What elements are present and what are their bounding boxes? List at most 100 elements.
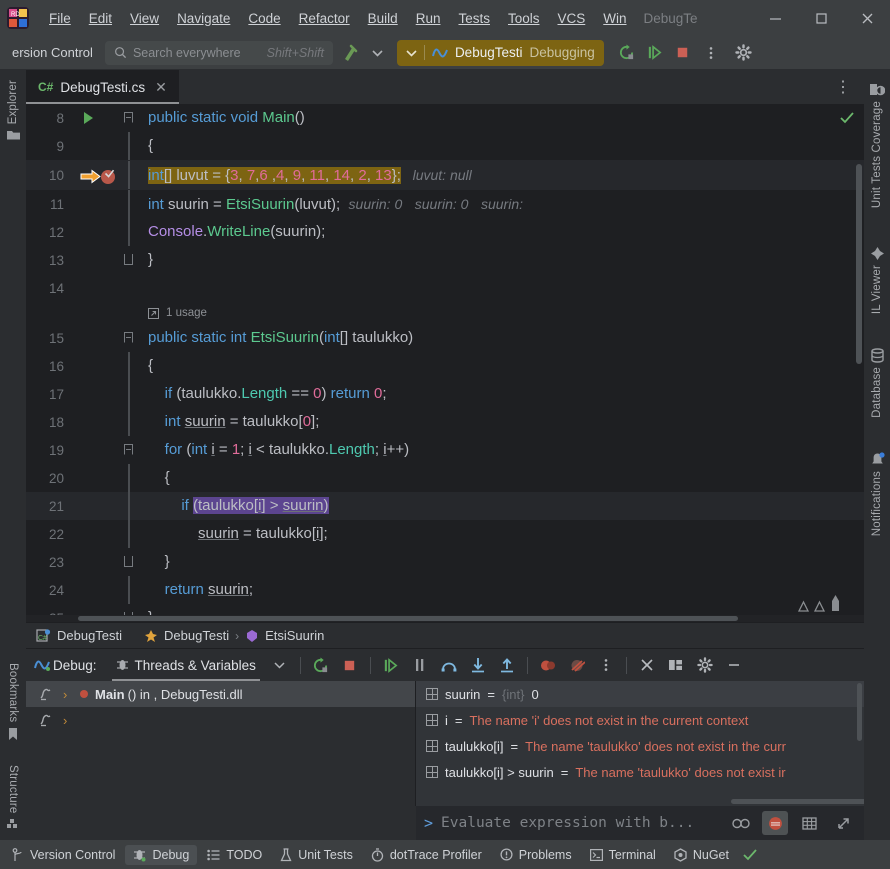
variable-row[interactable]: taulukko[i] = The name 'taulukko' does n…: [416, 733, 864, 759]
fold-region[interactable]: [124, 436, 146, 464]
run-icon[interactable]: [84, 112, 93, 124]
settings-gear-button[interactable]: [731, 40, 757, 66]
breadcrumb-item-project[interactable]: DebugTesti: [57, 628, 122, 643]
debug-step-over-button[interactable]: [436, 652, 462, 678]
status-item-todo[interactable]: TODO: [199, 845, 270, 865]
menu-view[interactable]: View: [121, 7, 168, 30]
gutter[interactable]: [72, 246, 124, 274]
fold-region[interactable]: [124, 548, 146, 576]
stop-button[interactable]: [670, 40, 696, 66]
fold-region[interactable]: [124, 246, 146, 274]
sidebar-item-structure[interactable]: Structure: [6, 761, 20, 834]
gutter[interactable]: [72, 380, 124, 408]
fold-end-icon[interactable]: [124, 556, 133, 567]
menu-vcs[interactable]: VCS: [549, 7, 595, 30]
grid-icon[interactable]: [796, 811, 822, 835]
sidebar-item-notifications[interactable]: Notifications: [870, 448, 885, 540]
debug-step-into-button[interactable]: [465, 652, 491, 678]
rerun-button[interactable]: [614, 40, 640, 66]
usage-count-label[interactable]: 1 usage: [166, 307, 207, 319]
menu-win[interactable]: Win: [594, 7, 635, 30]
frame-expand-chevron-icon[interactable]: ›: [63, 687, 73, 702]
frame-expand-chevron-icon[interactable]: ›: [63, 713, 73, 728]
sidebar-item-explorer[interactable]: Explorer: [6, 76, 21, 145]
mute-breakpoints-icon[interactable]: [762, 811, 788, 835]
fold-end-icon[interactable]: [124, 254, 133, 265]
window-minimize-button[interactable]: [752, 0, 798, 36]
expand-icon[interactable]: [830, 811, 856, 835]
status-item-unit-tests[interactable]: Unit Tests: [272, 845, 361, 865]
fold-region[interactable]: [124, 324, 146, 352]
status-item-checkmark[interactable]: [739, 846, 765, 864]
menu-build[interactable]: Build: [359, 7, 407, 30]
build-dropdown-chevron-icon[interactable]: [367, 41, 389, 65]
frame-row[interactable]: › Main () in , DebugTesti.dll: [26, 681, 415, 707]
debug-tabs-chevron-icon[interactable]: [267, 652, 293, 678]
fold-collapse-icon[interactable]: [124, 332, 133, 343]
variable-row[interactable]: taulukko[i] > suurin = The name 'taulukk…: [416, 759, 864, 785]
debug-settings-gear-button[interactable]: [692, 652, 718, 678]
editor-vertical-scrollbar[interactable]: [856, 164, 862, 364]
run-config-chevron-icon[interactable]: [406, 49, 417, 57]
gutter[interactable]: [72, 274, 124, 302]
menu-file[interactable]: File: [40, 7, 80, 30]
status-item-nuget[interactable]: NuGet: [666, 845, 737, 865]
gutter[interactable]: [72, 190, 124, 218]
breadcrumb-item-class[interactable]: DebugTesti: [164, 628, 229, 643]
debug-more-options-button[interactable]: [593, 652, 619, 678]
gutter[interactable]: [72, 548, 124, 576]
menu-tests[interactable]: Tests: [449, 7, 499, 30]
variables-horizontal-scrollbar[interactable]: [731, 799, 864, 804]
debug-pause-button[interactable]: [407, 652, 433, 678]
variables-pane[interactable]: suurin = {int} 0 i = The name 'i' does n…: [416, 681, 864, 806]
editor-more-menu-icon[interactable]: ⋮: [823, 70, 864, 104]
resume-program-button[interactable]: [642, 40, 668, 66]
debug-resume-button[interactable]: [378, 652, 404, 678]
sidebar-item-unit-tests-coverage[interactable]: Unit Tests Coverage: [869, 78, 885, 212]
gutter[interactable]: [72, 464, 124, 492]
close-debug-session-button[interactable]: [634, 652, 660, 678]
gutter-execution-point[interactable]: [72, 161, 124, 189]
debug-stop-button[interactable]: [337, 652, 363, 678]
fold-collapse-icon[interactable]: [124, 444, 133, 455]
debug-step-out-button[interactable]: [494, 652, 520, 678]
menu-code[interactable]: Code: [239, 7, 289, 30]
window-close-button[interactable]: [844, 0, 890, 36]
menu-tools[interactable]: Tools: [499, 7, 549, 30]
build-hammer-icon[interactable]: [339, 41, 361, 65]
evaluate-input-area[interactable]: > Evaluate expression with b...: [416, 806, 864, 840]
sidebar-item-il-viewer[interactable]: IL Viewer: [870, 242, 885, 318]
sidebar-item-database[interactable]: Database: [870, 344, 885, 422]
layout-settings-button[interactable]: [663, 652, 689, 678]
frame-row[interactable]: ›: [26, 707, 415, 733]
debug-rerun-button[interactable]: [308, 652, 334, 678]
gutter[interactable]: [72, 132, 124, 160]
view-breakpoints-button[interactable]: [535, 652, 561, 678]
gutter[interactable]: [72, 492, 124, 520]
mute-breakpoints-button[interactable]: [564, 652, 590, 678]
close-icon[interactable]: ✕: [155, 79, 167, 96]
menu-navigate[interactable]: Navigate: [168, 7, 239, 30]
gutter[interactable]: [72, 218, 124, 246]
status-item-problems[interactable]: Problems: [492, 845, 580, 865]
window-maximize-button[interactable]: [798, 0, 844, 36]
breakpoint-verified-icon[interactable]: [100, 168, 117, 185]
status-item-terminal[interactable]: Terminal: [582, 845, 664, 865]
sidebar-item-bookmarks[interactable]: Bookmarks: [7, 659, 19, 744]
menu-refactor[interactable]: Refactor: [290, 7, 359, 30]
minimize-debug-panel-button[interactable]: [721, 652, 747, 678]
editor-horizontal-scrollbar[interactable]: [26, 615, 864, 622]
menu-edit[interactable]: Edit: [80, 7, 121, 30]
more-options-button[interactable]: [698, 40, 724, 66]
variable-row[interactable]: i = The name 'i' does not exist in the c…: [416, 707, 864, 733]
fold-region[interactable]: [124, 104, 146, 132]
inspection-ok-icon[interactable]: [840, 112, 854, 124]
code-editor-canvas[interactable]: 8 public static void Main() 9 { 10: [26, 104, 864, 622]
menu-run[interactable]: Run: [407, 7, 450, 30]
variables-vertical-scrollbar[interactable]: [857, 683, 862, 741]
status-item-debug[interactable]: Debug: [125, 845, 197, 865]
gutter[interactable]: [72, 576, 124, 604]
usage-hint-row[interactable]: 1 usage: [26, 302, 864, 324]
tab-threads-and-variables[interactable]: Threads & Variables: [108, 649, 264, 681]
tab-debugtesti-cs[interactable]: C# DebugTesti.cs ✕: [26, 70, 179, 104]
